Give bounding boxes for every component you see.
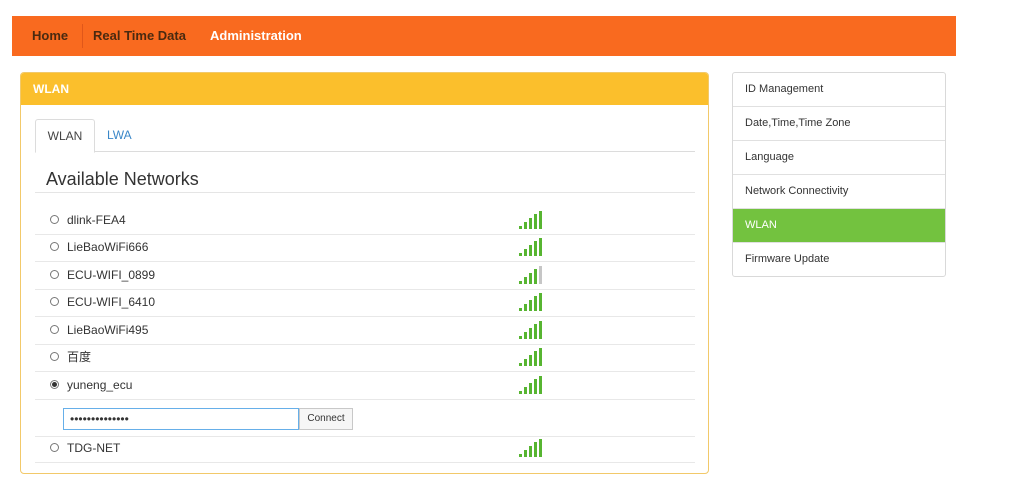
sidebar-item-date-time[interactable]: Date,Time,Time Zone xyxy=(733,107,945,141)
signal-bar xyxy=(529,300,532,311)
signal-bar xyxy=(539,321,542,339)
signal-bar xyxy=(534,351,537,366)
signal-bar xyxy=(519,391,522,394)
signal-bar xyxy=(524,359,527,366)
network-ssid: 百度 xyxy=(67,350,92,364)
signal-bar xyxy=(524,387,527,394)
panel-header: WLAN xyxy=(21,73,708,105)
signal-strength-icon xyxy=(519,348,545,366)
panel-title: WLAN xyxy=(33,82,69,96)
signal-strength-icon xyxy=(519,266,545,284)
network-row[interactable]: LieBaoWiFi666 xyxy=(35,234,695,262)
network-row[interactable]: ECU-WIFI_6410 xyxy=(35,289,695,317)
network-ssid: ECU-WIFI_0899 xyxy=(67,268,156,282)
network-ssid: yuneng_ecu xyxy=(67,378,133,392)
signal-bar xyxy=(529,218,532,229)
signal-bar xyxy=(519,226,522,229)
signal-bar xyxy=(524,277,527,284)
signal-bar xyxy=(539,238,542,256)
network-ssid: ECU-WIFI_6410 xyxy=(67,295,156,309)
network-radio[interactable] xyxy=(50,270,59,279)
signal-bar xyxy=(539,266,542,284)
sidebar-item-language[interactable]: Language xyxy=(733,141,945,175)
signal-bar xyxy=(539,439,542,457)
signal-bar xyxy=(524,304,527,311)
signal-bar xyxy=(524,222,527,229)
sidebar-item-network-connectivity[interactable]: Network Connectivity xyxy=(733,175,945,209)
signal-bar xyxy=(524,450,527,457)
signal-strength-icon xyxy=(519,293,545,311)
signal-bar xyxy=(519,253,522,256)
signal-bar xyxy=(539,348,542,366)
signal-strength-icon xyxy=(519,439,545,457)
network-ssid: LieBaoWiFi495 xyxy=(67,323,149,337)
nav-home-link[interactable]: Home xyxy=(32,16,68,56)
sidebar-item-wlan[interactable]: WLAN xyxy=(733,209,945,243)
network-radio[interactable] xyxy=(50,380,59,389)
nav-real-time-data-link[interactable]: Real Time Data xyxy=(93,16,186,56)
signal-bar xyxy=(534,241,537,256)
signal-strength-icon xyxy=(519,238,545,256)
network-row[interactable]: TDG-NET xyxy=(35,435,695,463)
signal-bar xyxy=(519,308,522,311)
signal-bar xyxy=(519,281,522,284)
signal-bar xyxy=(529,273,532,284)
network-row[interactable]: ECU-WIFI_0899 xyxy=(35,262,695,290)
network-ssid: LieBaoWiFi666 xyxy=(67,240,149,254)
signal-bar xyxy=(534,442,537,457)
tab-wlan[interactable]: WLAN xyxy=(35,119,95,153)
signal-bar xyxy=(534,324,537,339)
sidebar-item-id-management[interactable]: ID Management xyxy=(733,73,945,107)
network-row[interactable]: dlink-FEA4 xyxy=(35,207,695,235)
signal-bar xyxy=(529,355,532,366)
signal-bar xyxy=(539,293,542,311)
admin-sidebar: ID Management Date,Time,Time Zone Langua… xyxy=(732,72,946,277)
signal-bar xyxy=(539,376,542,394)
signal-bar xyxy=(539,211,542,229)
network-radio[interactable] xyxy=(50,242,59,251)
wifi-password-input[interactable] xyxy=(63,408,299,430)
signal-bar xyxy=(534,214,537,229)
network-radio[interactable] xyxy=(50,325,59,334)
signal-bar xyxy=(529,245,532,256)
signal-bar xyxy=(534,269,537,284)
sidebar-item-firmware-update[interactable]: Firmware Update xyxy=(733,243,945,276)
password-row: Connect xyxy=(35,403,695,437)
tab-lwa[interactable]: LWA xyxy=(107,119,132,151)
network-row[interactable]: LieBaoWiFi495 xyxy=(35,317,695,345)
wlan-panel: WLAN WLAN LWA Available Networks dlink-F… xyxy=(20,72,709,474)
top-nav-bar: Home Real Time Data Administration xyxy=(12,16,956,56)
signal-bar xyxy=(519,336,522,339)
signal-bar xyxy=(519,454,522,457)
network-ssid: dlink-FEA4 xyxy=(67,213,126,227)
signal-strength-icon xyxy=(519,376,545,394)
network-row[interactable]: 百度 xyxy=(35,344,695,372)
network-radio[interactable] xyxy=(50,297,59,306)
signal-bar xyxy=(519,363,522,366)
tabs-divider xyxy=(35,151,695,152)
signal-bar xyxy=(529,383,532,394)
section-divider xyxy=(35,192,695,193)
nav-divider xyxy=(82,24,83,48)
network-radio[interactable] xyxy=(50,215,59,224)
signal-bar xyxy=(529,328,532,339)
signal-bar xyxy=(524,332,527,339)
network-row[interactable]: yuneng_ecu xyxy=(35,372,695,400)
signal-strength-icon xyxy=(519,321,545,339)
signal-bar xyxy=(534,379,537,394)
connect-button[interactable]: Connect xyxy=(299,408,353,430)
network-radio[interactable] xyxy=(50,352,59,361)
nav-administration-link[interactable]: Administration xyxy=(210,16,302,56)
signal-bar xyxy=(529,446,532,457)
network-radio[interactable] xyxy=(50,443,59,452)
signal-bar xyxy=(534,296,537,311)
signal-strength-icon xyxy=(519,211,545,229)
signal-bar xyxy=(524,249,527,256)
section-title: Available Networks xyxy=(46,169,199,189)
network-ssid: TDG-NET xyxy=(67,441,121,455)
